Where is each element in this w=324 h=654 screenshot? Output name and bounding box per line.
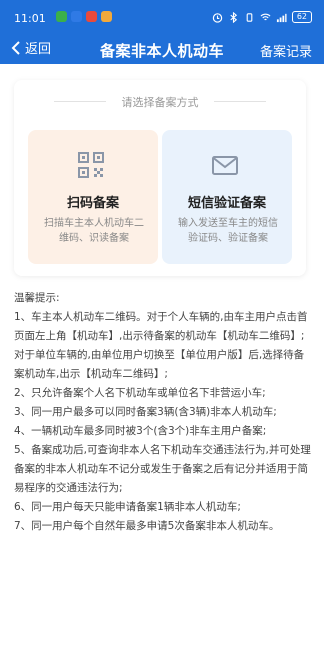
- sms-filing-option[interactable]: 短信验证备案 输入发送至车主的短信验证码、验证备案: [162, 130, 292, 264]
- qr-option-title: 扫码备案: [66, 196, 119, 211]
- sms-option-title: 短信验证备案: [187, 196, 266, 211]
- tip-item: 5、备案成功后,可查询非本人名下机动车交通违法行为,并可处理备案的非本人机动车不…: [14, 444, 311, 494]
- qr-filing-option[interactable]: 扫码备案 扫描车主本人机动车二维码、识读备案: [28, 130, 158, 264]
- wifi-icon: [260, 13, 271, 20]
- tip-item: 1、车主本人机动车二维码。对于个人车辆的,由车主用户点击首页面左上角【机动车】,…: [14, 311, 308, 380]
- status-bar: 11:01 62: [0, 0, 324, 34]
- qr-code-icon: [78, 152, 104, 178]
- sms-option-desc: 输入发送至车主的短信验证码、验证备案: [178, 218, 278, 244]
- status-time: 11:01: [14, 12, 46, 25]
- app-notification-icon: [56, 11, 67, 22]
- tip-item: 4、一辆机动车最多同时被3个(含3个)非车主用户备案;: [14, 425, 267, 437]
- method-title: 请选择备案方式: [14, 94, 306, 110]
- app-notification-icon: [71, 11, 82, 22]
- method-card: 请选择备案方式 扫码备案 扫描车主本人机动车二维码、识读备案 短信验证备案 输入…: [14, 80, 306, 276]
- battery-indicator: 62: [291, 11, 312, 23]
- app-notification-icon: [101, 11, 112, 22]
- tips-section: 温馨提示: 1、车主本人机动车二维码。对于个人车辆的,由车主用户点击首页面左上角…: [14, 289, 312, 536]
- app-notification-icon: [86, 11, 97, 22]
- envelope-icon: [212, 156, 238, 175]
- tip-item: 3、同一用户最多可以同时备案3辆(含3辆)非本人机动车;: [14, 406, 277, 418]
- tips-heading: 温馨提示:: [14, 292, 60, 304]
- tip-item: 2、只允许备案个人名下机动车或单位名下非营运小车;: [14, 387, 266, 399]
- alarm-icon: [212, 12, 223, 23]
- bluetooth-icon: [230, 11, 237, 23]
- tip-item: 6、同一用户每天只能申请备案1辆非本人机动车;: [14, 501, 241, 513]
- status-app-icons: [56, 11, 112, 22]
- status-indicators: 62: [212, 11, 312, 23]
- qr-option-desc: 扫描车主本人机动车二维码、识读备案: [44, 218, 144, 244]
- records-button[interactable]: 备案记录: [260, 41, 312, 60]
- tip-item: 7、同一用户每个自然年最多申请5次备案非本人机动车。: [14, 520, 280, 532]
- vibrate-icon: [246, 12, 253, 22]
- signal-icon: [276, 13, 287, 22]
- nav-bar: 返回 备案非本人机动车 备案记录: [0, 34, 324, 64]
